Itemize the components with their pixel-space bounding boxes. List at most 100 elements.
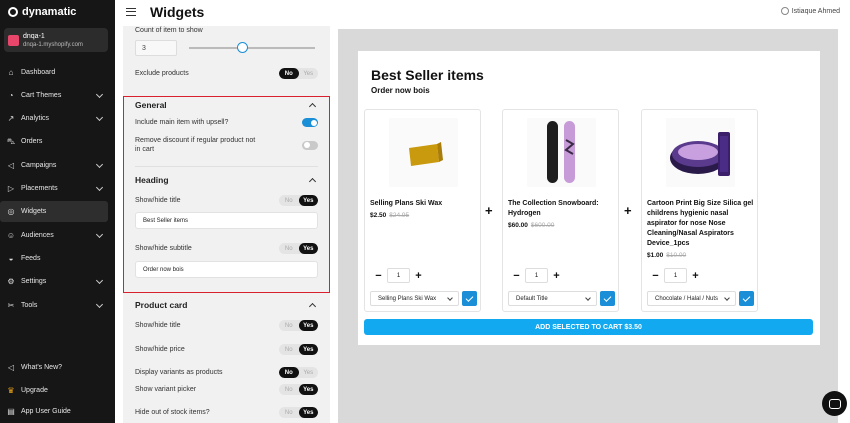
nav-item-audiences[interactable]: ☺ Audiences [0,225,108,246]
quantity-stepper[interactable]: − 1 + [647,268,704,283]
pc-toggle[interactable]: No Yes [279,344,318,355]
nav-item-campaigns[interactable]: ◁ Campaigns [0,155,108,176]
nav-item-tools[interactable]: ✂ Tools [0,295,108,316]
pc-row-label: Show variant picker [135,386,197,393]
nav-item-analytics[interactable]: ↗ Analytics [0,108,108,129]
yes-option[interactable]: Yes [299,68,319,79]
menu-icon[interactable] [126,8,136,16]
quantity-value[interactable]: 1 [664,268,687,283]
quantity-stepper[interactable]: − 1 + [370,268,427,283]
select-product-checkbox[interactable] [600,291,615,306]
old-price: $24.95 [389,212,410,219]
nav-label: Orders [21,138,43,145]
nav-label: What's New? [21,364,63,371]
price: $1.00 [647,252,664,259]
nav-item-cart-themes[interactable]: ◔ Cart Themes [0,85,108,106]
no-option[interactable]: No [279,320,299,331]
no-option[interactable]: No [279,68,299,79]
nav-item-dashboard[interactable]: ⌂ Dashboard [0,62,108,83]
select-product-checkbox[interactable] [462,291,477,306]
pc-row-label: Display variants as products [135,369,223,376]
no-option[interactable]: No [279,344,299,355]
pc-toggle[interactable]: No Yes [279,320,318,331]
pc-toggle[interactable]: No Yes [279,384,318,395]
plus-icon[interactable]: + [548,270,565,282]
title-input[interactable]: Best Seller items [135,212,318,229]
nav-item-whats-new[interactable]: ◁ What's New? [0,357,108,378]
variant-select[interactable]: Chocolate / Halal / Nuts [647,291,736,306]
yes-option[interactable]: Yes [299,367,319,378]
title-toggle-label: Show/hide title [135,197,181,204]
megaphone-icon: ◁ [7,363,15,372]
chevron-up-icon[interactable] [308,102,317,110]
plus-icon[interactable]: + [410,270,427,282]
remove-discount-label: Remove discount if regular product not i… [135,137,256,153]
chat-button[interactable] [822,391,847,416]
remove-discount-toggle[interactable] [302,140,318,150]
variant-value: Default Title [516,295,548,302]
nav-item-feeds[interactable]: ◒ Feeds [0,248,108,269]
no-option[interactable]: No [279,195,299,206]
brand-logo[interactable]: dynamatic [8,6,76,18]
nav-item-placements[interactable]: ▷ Placements [0,178,108,199]
yes-option[interactable]: Yes [298,407,318,418]
yes-option[interactable]: Yes [298,243,318,254]
chevron-up-icon[interactable] [308,177,317,185]
pc-row-label: Hide out of stock items? [135,409,210,416]
no-option[interactable]: No [279,243,299,254]
include-main-row: Include main item with upsell? [135,118,318,127]
gear-icon: ⚙ [7,277,15,286]
yes-option[interactable]: Yes [298,384,318,395]
add-selected-to-cart-button[interactable]: ADD SELECTED TO CART $3.50 [364,319,813,335]
quantity-stepper[interactable]: − 1 + [508,268,565,283]
select-product-checkbox[interactable] [739,291,754,306]
pc-row-label: Show/hide title [135,322,181,329]
user-name: Istiaque Ahmed [791,7,840,15]
pc-toggle[interactable]: No Yes [279,407,318,418]
no-option[interactable]: No [279,407,299,418]
nav-item-widgets[interactable]: ◎ Widgets [0,201,108,222]
variant-select[interactable]: Selling Plans Ski Wax [370,291,459,306]
old-price: $600.00 [530,222,555,229]
subtitle-input[interactable]: Order now bois [135,261,318,278]
count-input[interactable]: 3 [135,40,177,56]
nav-label: Settings [21,278,47,285]
yes-option[interactable]: Yes [298,344,318,355]
product-card: Selling Plans Ski Wax $2.50 $24.95 − 1 + … [364,109,481,312]
heading-header[interactable]: Heading [135,175,318,185]
yes-option[interactable]: Yes [298,195,318,206]
subtitle-visibility-toggle[interactable]: No Yes [279,243,318,254]
minus-icon[interactable]: − [508,270,525,282]
exclude-toggle[interactable]: No Yes [279,68,318,79]
nav-item-upgrade[interactable]: ♛ Upgrade [0,380,108,401]
no-option[interactable]: No [279,384,299,395]
variant-select[interactable]: Default Title [508,291,597,306]
count-slider-handle[interactable] [237,42,248,53]
no-option[interactable]: No [279,367,299,378]
quantity-value[interactable]: 1 [525,268,548,283]
nav-item-orders[interactable]: ⛍ Orders [0,131,108,152]
minus-icon[interactable]: − [370,270,387,282]
pc-row-label: Show/hide price [135,346,185,353]
general-header[interactable]: General [135,100,318,110]
quantity-value[interactable]: 1 [387,268,410,283]
chat-icon [828,398,841,409]
nav-item-settings[interactable]: ⚙ Settings [0,271,108,292]
store-switcher[interactable]: dnqa-1 dnqa-1.myshopify.com [4,28,108,52]
count-slider-track[interactable] [189,47,315,49]
include-main-toggle[interactable] [302,118,318,127]
chevron-up-icon[interactable] [308,302,317,310]
nav-label: Tools [21,302,38,309]
title-visibility-toggle[interactable]: No Yes [279,195,318,206]
user-menu[interactable]: Istiaque Ahmed [780,7,840,15]
nav-label: Analytics [21,115,50,122]
plus-icon[interactable]: + [687,270,704,282]
pc-row: Hide out of stock items? No Yes [135,407,318,418]
nav-label: Audiences [21,232,54,239]
product-card-header[interactable]: Product card [135,300,318,310]
nav-item-user-guide[interactable]: ▤ App User Guide [0,401,108,422]
pc-toggle[interactable]: No Yes [279,367,318,378]
yes-option[interactable]: Yes [298,320,318,331]
minus-icon[interactable]: − [647,270,664,282]
tools-icon: ✂ [7,301,15,310]
